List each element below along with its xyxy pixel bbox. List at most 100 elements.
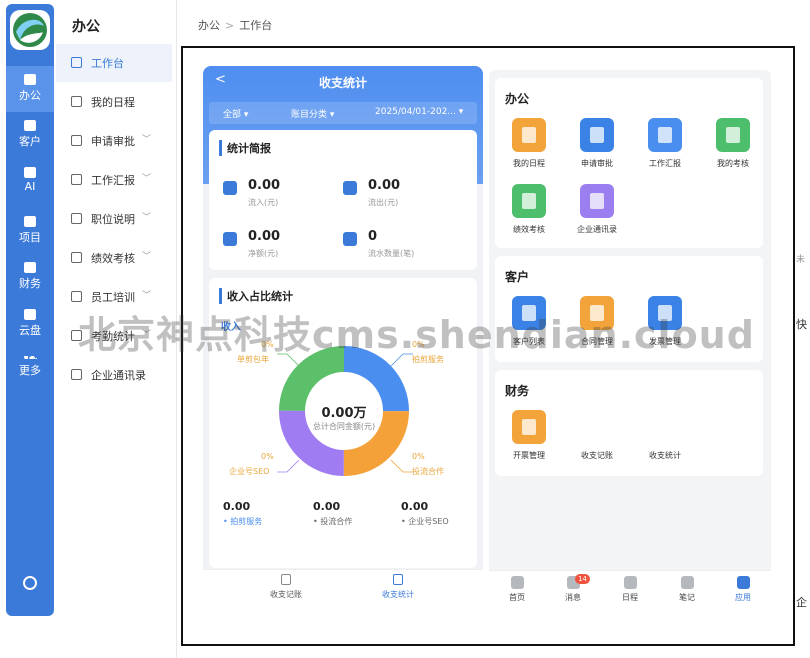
sidebar-title: 办公 <box>72 19 100 35</box>
tab-messages[interactable]: 14 消息 <box>553 574 593 603</box>
rail-item-office[interactable]: 办公 <box>6 66 54 112</box>
rail-item-finance[interactable]: 财务 <box>6 262 54 291</box>
customer-icon <box>24 120 36 131</box>
breadcrumb-separator: > <box>225 19 235 32</box>
stat-label: 流水数量(笔) <box>368 249 415 258</box>
total-filming-label: • 拍剪服务 <box>223 517 263 526</box>
adjacent-text: 企 <box>796 596 807 609</box>
filter-date-range[interactable]: 2025/04/01-202... ▾ <box>375 107 463 117</box>
sidebar-item-performance[interactable]: 绩效考核 ﹀ <box>56 239 172 277</box>
stat-label: 流入(元) <box>248 198 279 207</box>
stat-label: 净额(元) <box>248 249 279 258</box>
settings-gear-icon[interactable] <box>23 576 37 590</box>
id-card-icon <box>580 184 614 218</box>
app-label: 申请审批 <box>581 159 613 168</box>
chevron-down-icon: ﹀ <box>142 135 152 145</box>
total-filming-value: 0.00 <box>223 500 251 513</box>
tab-home[interactable]: 首页 <box>497 576 537 603</box>
rail-item-project[interactable]: 项目 <box>6 216 54 245</box>
position-icon <box>71 213 82 224</box>
project-icon <box>24 216 36 227</box>
summary-card: 统计简报 0.00 流入(元) 0.00 流出(元) 0.00 净额(元) 0 … <box>209 130 477 270</box>
tab-label: 笔记 <box>679 593 695 602</box>
sidebar-item-dashboard[interactable]: 工作台 <box>56 44 172 82</box>
rail-item-label: 更多 <box>19 364 41 377</box>
tab-bookkeeping[interactable]: 收支记账 <box>241 574 331 600</box>
app-contacts[interactable]: 企业通讯录 <box>567 184 627 235</box>
home-icon <box>510 576 524 589</box>
legend-name-ads: 投流合作 <box>412 467 444 476</box>
app-label: 我的日程 <box>513 159 545 168</box>
finance-icon <box>24 262 36 273</box>
sidebar-item-report[interactable]: 工作汇报 ﹀ <box>56 161 172 199</box>
app-billing[interactable]: 开票管理 <box>499 410 559 461</box>
filter-all[interactable]: 全部 ▾ <box>223 107 248 120</box>
calendar-icon <box>71 96 82 107</box>
rail-item-customer[interactable]: 客户 <box>6 120 54 149</box>
stat-label: 流出(元) <box>368 198 399 207</box>
rail-item-label: AI <box>24 180 36 193</box>
app-label: 收支记账 <box>581 451 613 460</box>
apps-tab-bar: 首页 14 消息 日程 笔记 应用 <box>489 570 771 610</box>
sidebar-item-label: 职位说明 <box>91 213 135 226</box>
rail-item-ai[interactable]: AI <box>6 167 54 193</box>
rail-item-cloud-disk[interactable]: 云盘 <box>6 309 54 338</box>
tab-apps[interactable]: 应用 <box>723 576 763 603</box>
training-icon <box>71 291 82 302</box>
breadcrumb-current: 工作台 <box>239 19 273 32</box>
app-label: 绩效考核 <box>513 225 545 234</box>
rail-item-label: 办公 <box>19 89 41 102</box>
tab-notes[interactable]: 笔记 <box>667 576 707 603</box>
stat-value: 0 <box>368 229 378 244</box>
app-logo <box>10 10 50 50</box>
sidebar-item-label: 企业通讯录 <box>91 369 146 382</box>
sidebar-item-schedule[interactable]: 我的日程 <box>56 83 172 121</box>
summary-title: 统计简报 <box>219 140 271 156</box>
schedule-icon <box>512 118 546 152</box>
more-icon <box>23 356 37 360</box>
phone-title: 收支统计 <box>318 76 367 90</box>
cloud-disk-icon <box>24 309 36 320</box>
app-label: 开票管理 <box>513 451 545 460</box>
rail-item-label: 财务 <box>19 277 41 290</box>
ai-icon <box>24 167 36 178</box>
filter-category[interactable]: 账目分类 ▾ <box>291 107 334 120</box>
dashboard-icon <box>71 57 82 68</box>
notebook-icon <box>680 576 694 589</box>
sidebar-item-approval[interactable]: 申请审批 ﹀ <box>56 122 172 160</box>
clipboard-icon <box>281 574 291 585</box>
app-approval[interactable]: 申请审批 <box>567 118 627 169</box>
performance-icon <box>71 252 82 263</box>
sidebar-item-label: 绩效考核 <box>91 252 135 265</box>
watermark-text: 北京神点科技cms.shendian.cloud <box>78 313 755 357</box>
sidebar-item-label: 工作台 <box>91 57 124 70</box>
approval-icon <box>71 135 82 146</box>
legend-name-seo: 企业号SEO <box>229 467 270 476</box>
app-statistics[interactable]: 收支统计 <box>635 410 695 461</box>
sidebar-item-position[interactable]: 职位说明 ﹀ <box>56 200 172 238</box>
breadcrumb-root[interactable]: 办公 <box>198 19 220 32</box>
tab-statistics[interactable]: 收支统计 <box>353 574 443 600</box>
customer-apps-title: 客户 <box>505 270 530 284</box>
rail-item-more[interactable]: 更多 <box>6 356 54 378</box>
rail-item-label: 云盘 <box>19 324 41 337</box>
app-bookkeeping[interactable]: 收支记账 <box>567 410 627 461</box>
stat-value: 0.00 <box>368 178 401 193</box>
adjacent-text: 快 <box>796 318 807 331</box>
stat-value: 0.00 <box>248 178 281 193</box>
filter-bar: 全部 ▾ 账目分类 ▾ 2025/04/01-202... ▾ <box>209 102 477 124</box>
app-work-report[interactable]: 工作汇报 <box>635 118 695 169</box>
sidebar-item-contacts[interactable]: 企业通讯录 <box>56 356 172 394</box>
tab-schedule[interactable]: 日程 <box>610 576 650 603</box>
sidebar-item-label: 申请审批 <box>91 135 135 148</box>
tab-label: 应用 <box>735 593 751 602</box>
approval-stamp-icon <box>580 118 614 152</box>
tab-label: 收支统计 <box>382 590 414 599</box>
app-my-schedule[interactable]: 我的日程 <box>499 118 559 169</box>
app-performance[interactable]: 绩效考核 <box>499 184 559 235</box>
transaction-count-icon <box>343 232 357 246</box>
app-my-assessment[interactable]: 我的考核 <box>703 118 763 169</box>
contacts-icon <box>71 369 82 380</box>
finance-apps-card: 财务 开票管理 收支记账 收支统计 <box>495 370 763 476</box>
phone-tab-bar: 收支记账 收支统计 <box>203 569 483 611</box>
